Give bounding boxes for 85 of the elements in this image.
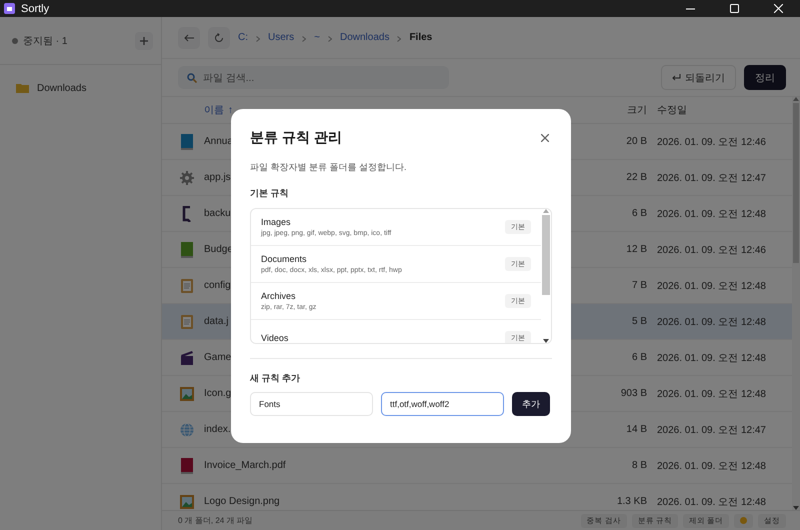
file-size: 8 B bbox=[632, 460, 647, 471]
breadcrumb-link[interactable]: Downloads bbox=[340, 32, 390, 43]
app-logo-icon bbox=[4, 3, 15, 14]
search-field[interactable]: 파일 검색... bbox=[178, 66, 449, 89]
section-heading: 새 규칙 추가 bbox=[250, 372, 302, 385]
file-count: 0 개 폴더, 24 개 파일 bbox=[178, 515, 253, 526]
scroll-up-icon[interactable] bbox=[543, 209, 549, 213]
file-date: 2026. 01. 09. 오전 12:47 bbox=[656, 172, 766, 184]
gear-icon bbox=[180, 170, 194, 186]
undo-button[interactable]: 되돌리기 bbox=[661, 65, 736, 90]
dialog-description: 파일 확장자별 분류 폴더를 설정합니다. bbox=[250, 161, 408, 174]
breadcrumb-link[interactable]: Files bbox=[409, 32, 432, 43]
folder-icon bbox=[16, 83, 29, 93]
file-size: 12 B bbox=[626, 244, 647, 255]
book-icon bbox=[180, 458, 194, 474]
file-date: 2026. 01. 09. 오전 12:48 bbox=[656, 280, 766, 292]
refresh-button[interactable] bbox=[208, 26, 230, 48]
file-size: 6 B bbox=[632, 352, 647, 363]
plus-icon bbox=[140, 36, 148, 44]
input-field[interactable]: ttf,otf,woff,woff2 bbox=[381, 392, 504, 416]
file-date: 2026. 01. 09. 오전 12:48 bbox=[656, 496, 766, 508]
scroll-up-icon[interactable] bbox=[793, 97, 799, 101]
file-date: 2026. 01. 09. 오전 12:46 bbox=[656, 244, 766, 256]
dialog-title: 분류 규칙 관리 bbox=[250, 129, 342, 147]
clapperboard-icon bbox=[180, 350, 194, 366]
file-date: 2026. 01. 09. 오전 12:48 bbox=[656, 316, 766, 328]
chevron-icon bbox=[256, 36, 260, 42]
file-name: data.j bbox=[204, 316, 228, 327]
maximize-icon bbox=[730, 4, 738, 13]
book-icon bbox=[180, 134, 194, 150]
file-size: 1.3 KB bbox=[616, 496, 647, 507]
column-header[interactable]: 크기 bbox=[577, 103, 647, 117]
file-size: 20 B bbox=[626, 136, 647, 147]
file-name: Game bbox=[204, 352, 232, 363]
breadcrumb-link[interactable]: Users bbox=[268, 32, 294, 43]
file-name: backu bbox=[204, 208, 231, 219]
column-header[interactable]: 수정일 bbox=[647, 103, 762, 117]
file-name: Logo Design.png bbox=[204, 496, 280, 507]
file-size: 22 B bbox=[626, 172, 647, 183]
breadcrumb-link[interactable]: ~ bbox=[314, 32, 320, 43]
file-size: 6 B bbox=[632, 208, 647, 219]
undo-icon bbox=[672, 74, 681, 81]
file-date: 2026. 01. 09. 오전 12:48 bbox=[656, 352, 766, 364]
watcher-status: 중지됨 · 1 bbox=[12, 34, 68, 48]
scrollbar[interactable] bbox=[541, 209, 551, 343]
book-icon bbox=[180, 242, 194, 258]
search-icon bbox=[187, 72, 197, 82]
file-size: 14 B bbox=[626, 424, 647, 435]
sidebar-item[interactable]: Downloads bbox=[0, 77, 161, 99]
file-name: index. bbox=[204, 424, 231, 435]
status-dot-icon bbox=[740, 517, 747, 524]
globe-icon bbox=[180, 422, 194, 438]
input-field[interactable]: Fonts bbox=[250, 392, 373, 416]
add-folder-button[interactable] bbox=[135, 32, 153, 50]
file-size: 5 B bbox=[632, 316, 647, 327]
back-button[interactable] bbox=[178, 26, 200, 48]
file-date: 2026. 01. 09. 오전 12:48 bbox=[656, 208, 766, 220]
file-date: 2026. 01. 09. 오전 12:48 bbox=[656, 388, 766, 400]
close-icon bbox=[541, 134, 549, 142]
chevron-icon bbox=[302, 36, 306, 42]
chevron-icon bbox=[328, 36, 332, 42]
back-arrow-icon bbox=[184, 34, 194, 42]
organize-button[interactable]: 정리 bbox=[744, 65, 786, 90]
file-name: app.js bbox=[204, 172, 231, 183]
scrollbar[interactable] bbox=[792, 97, 800, 510]
image-icon bbox=[180, 494, 194, 510]
file-name: config bbox=[204, 280, 231, 291]
image-icon bbox=[180, 386, 194, 402]
file-name: Invoice_March.pdf bbox=[204, 460, 286, 471]
close-icon bbox=[774, 4, 782, 13]
window-title: Sortly bbox=[21, 2, 50, 14]
clipboard-icon bbox=[180, 314, 194, 330]
close-button[interactable] bbox=[538, 131, 552, 145]
add-button[interactable]: 추가 bbox=[512, 392, 550, 416]
file-name: Icon.g bbox=[204, 388, 232, 399]
refresh-icon bbox=[214, 32, 224, 42]
clipboard-icon bbox=[180, 278, 194, 294]
file-date: 2026. 01. 09. 오전 12:48 bbox=[656, 460, 766, 472]
chevron-icon bbox=[397, 36, 402, 42]
file-size: 7 B bbox=[632, 280, 647, 291]
breadcrumb-link[interactable]: C: bbox=[238, 32, 248, 43]
file-date: 2026. 01. 09. 오전 12:46 bbox=[656, 136, 766, 148]
section-heading: 기본 규칙 bbox=[250, 187, 290, 200]
file-date: 2026. 01. 09. 오전 12:47 bbox=[656, 424, 766, 436]
file-size: 903 B bbox=[620, 388, 647, 399]
